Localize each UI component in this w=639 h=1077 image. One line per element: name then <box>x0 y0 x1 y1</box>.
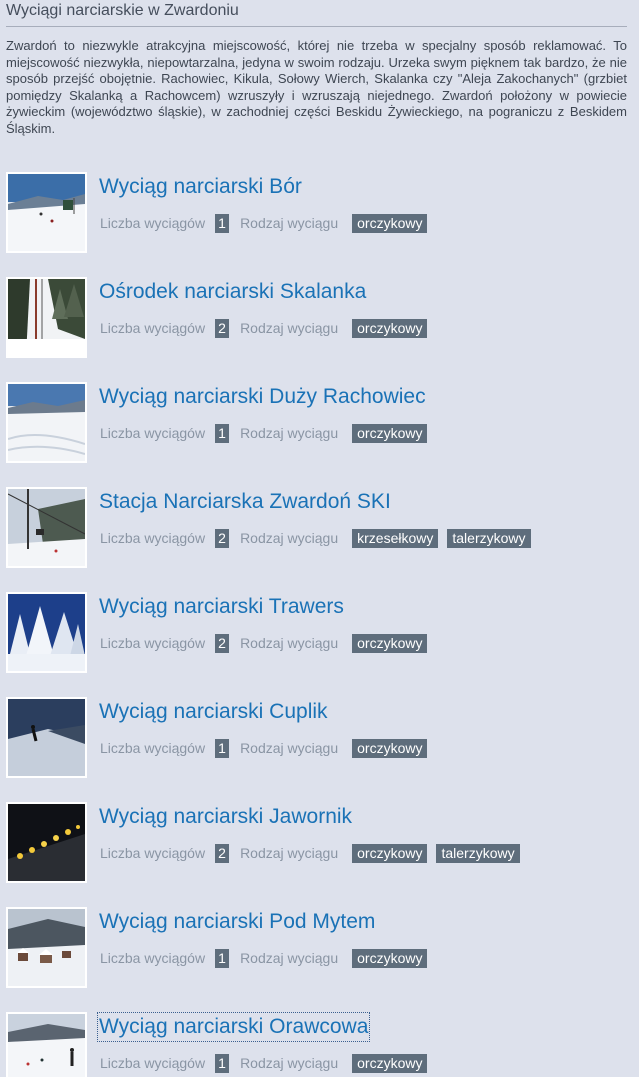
lift-count-badge: 1 <box>215 423 230 443</box>
night-lights-photo <box>8 804 85 881</box>
lift-meta: Liczba wyciągów 1 Rodzaj wyciągu orczyko… <box>100 1053 428 1073</box>
lift-type-badge: orczykowy <box>352 1053 428 1073</box>
list-item: Wyciąg narciarski Cuplik Liczba wyciągów… <box>0 697 639 802</box>
snowy-slope-photo <box>8 384 85 461</box>
lift-type-badge: talerzykowy <box>447 528 531 548</box>
lift-name-link[interactable]: Wyciąg narciarski Orawcowa <box>96 1012 371 1042</box>
list-item: Wyciąg narciarski Orawcowa Liczba wyciąg… <box>0 1012 639 1077</box>
lift-type-label: Rodzaj wyciągu <box>240 740 339 756</box>
lift-thumbnail[interactable] <box>6 592 87 673</box>
lift-type-badge: krzesełkowy <box>352 528 439 548</box>
lift-count-badge: 1 <box>215 738 230 758</box>
lift-thumbnail[interactable] <box>6 697 87 778</box>
lift-name-link[interactable]: Wyciąg narciarski Duży Rachowiec <box>99 384 426 410</box>
lift-type-label: Rodzaj wyciągu <box>240 635 339 651</box>
lift-count-label: Liczba wyciągów <box>100 845 206 861</box>
lift-meta: Liczba wyciągów 1 Rodzaj wyciągu orczyko… <box>100 423 428 443</box>
lift-type-label: Rodzaj wyciągu <box>240 215 339 231</box>
lift-type-label: Rodzaj wyciągu <box>240 845 339 861</box>
lift-type-label: Rodzaj wyciągu <box>240 530 339 546</box>
lift-name-link[interactable]: Wyciąg narciarski Pod Mytem <box>99 909 375 935</box>
lift-meta: Liczba wyciągów 1 Rodzaj wyciągu orczyko… <box>100 948 428 968</box>
lift-type-label: Rodzaj wyciągu <box>240 320 339 336</box>
lift-thumbnail[interactable] <box>6 487 87 568</box>
lift-meta: Liczba wyciągów 1 Rodzaj wyciągu orczyko… <box>100 738 428 758</box>
list-item: Wyciąg narciarski Bór Liczba wyciągów 1 … <box>0 172 639 277</box>
lift-count-label: Liczba wyciągów <box>100 320 206 336</box>
lift-name-link[interactable]: Stacja Narciarska Zwardoń SKI <box>99 489 391 515</box>
lift-name-link[interactable]: Ośrodek narciarski Skalanka <box>99 279 366 305</box>
lift-meta: Liczba wyciągów 2 Rodzaj wyciągu orczyko… <box>100 318 428 338</box>
lift-meta: Liczba wyciągów 2 Rodzaj wyciągu orczyko… <box>100 633 428 653</box>
lift-type-badge: orczykowy <box>352 843 428 863</box>
lift-count-label: Liczba wyciągów <box>100 950 206 966</box>
lift-type-badge: orczykowy <box>352 948 428 968</box>
lift-name-link[interactable]: Wyciąg narciarski Jawornik <box>99 804 352 830</box>
lift-count-label: Liczba wyciągów <box>100 1055 206 1071</box>
lift-thumbnail[interactable] <box>6 172 87 253</box>
snowy-trees-photo <box>8 594 85 671</box>
lift-count-badge: 2 <box>215 843 230 863</box>
lift-count-label: Liczba wyciągów <box>100 425 206 441</box>
lift-thumbnail[interactable] <box>6 382 87 463</box>
lift-type-label: Rodzaj wyciągu <box>240 425 339 441</box>
lift-count-badge: 1 <box>215 213 230 233</box>
lift-meta: Liczba wyciągów 1 Rodzaj wyciągu orczyko… <box>100 213 428 233</box>
lift-thumbnail[interactable] <box>6 802 87 883</box>
chairlift-photo <box>8 489 85 566</box>
lift-meta: Liczba wyciągów 2 Rodzaj wyciągu krzeseł… <box>100 528 531 548</box>
lift-thumbnail[interactable] <box>6 1012 87 1077</box>
lift-type-badge: orczykowy <box>352 213 428 233</box>
lift-list: Wyciąg narciarski Bór Liczba wyciągów 1 … <box>0 0 639 1077</box>
lift-thumbnail[interactable] <box>6 277 87 358</box>
skiers-slope-photo <box>8 1014 85 1077</box>
lift-count-label: Liczba wyciągów <box>100 215 206 231</box>
page: Wyciągi narciarskie w Zwardoniu Zwardoń … <box>0 0 639 1077</box>
lift-meta: Liczba wyciągów 2 Rodzaj wyciągu orczyko… <box>100 843 520 863</box>
lift-count-badge: 2 <box>215 633 230 653</box>
lift-count-label: Liczba wyciągów <box>100 635 206 651</box>
lift-name-link[interactable]: Wyciąg narciarski Cuplik <box>99 699 328 725</box>
list-item: Wyciąg narciarski Jawornik Liczba wyciąg… <box>0 802 639 907</box>
lift-type-badge: orczykowy <box>352 423 428 443</box>
lift-type-label: Rodzaj wyciągu <box>240 1055 339 1071</box>
lift-count-label: Liczba wyciągów <box>100 530 206 546</box>
village-winter-photo <box>8 909 85 986</box>
lift-type-badge: orczykowy <box>352 738 428 758</box>
lift-type-label: Rodzaj wyciągu <box>240 950 339 966</box>
lift-count-badge: 1 <box>215 1053 230 1073</box>
lift-type-badge: orczykowy <box>352 318 428 338</box>
list-item: Wyciąg narciarski Duży Rachowiec Liczba … <box>0 382 639 487</box>
list-item: Wyciąg narciarski Trawers Liczba wyciągó… <box>0 592 639 697</box>
lift-count-badge: 2 <box>215 528 230 548</box>
lift-type-badge: orczykowy <box>352 633 428 653</box>
list-item: Stacja Narciarska Zwardoń SKI Liczba wyc… <box>0 487 639 592</box>
forest-lift-photo <box>8 279 85 356</box>
lift-count-badge: 1 <box>215 948 230 968</box>
lift-thumbnail[interactable] <box>6 907 87 988</box>
lift-name-link[interactable]: Wyciąg narciarski Bór <box>99 174 302 200</box>
lift-count-label: Liczba wyciągów <box>100 740 206 756</box>
skier-dusk-photo <box>8 699 85 776</box>
lift-count-badge: 2 <box>215 318 230 338</box>
lift-type-badge: talerzykowy <box>436 843 520 863</box>
lift-name-link[interactable]: Wyciąg narciarski Trawers <box>99 594 344 620</box>
list-item: Ośrodek narciarski Skalanka Liczba wycią… <box>0 277 639 382</box>
snowy-slope-photo <box>8 174 85 251</box>
list-item: Wyciąg narciarski Pod Mytem Liczba wycią… <box>0 907 639 1012</box>
